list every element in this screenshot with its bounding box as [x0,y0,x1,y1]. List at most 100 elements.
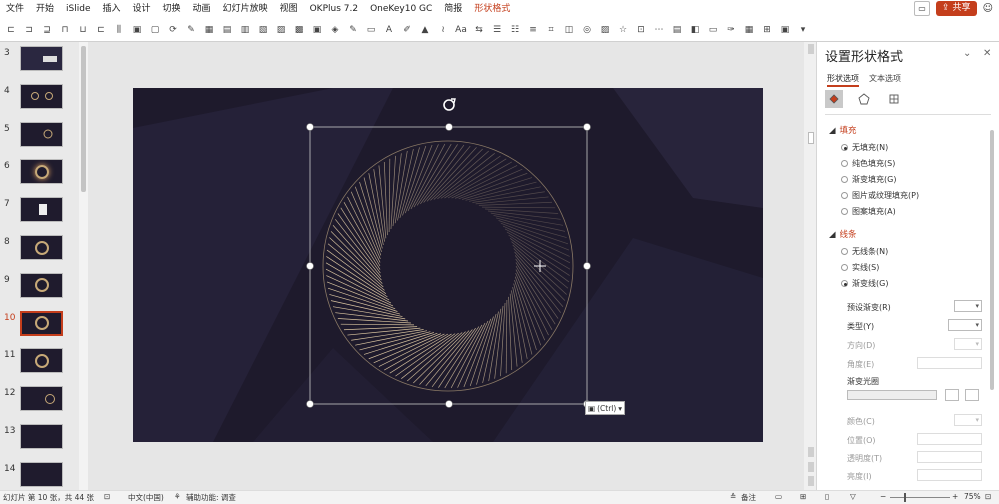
group-2-icon[interactable]: ▣ [311,23,324,36]
slide-thumbnail[interactable]: 6 [0,159,80,189]
scroll-down-icon[interactable] [808,447,814,457]
shape-style-icon[interactable]: ▦ [203,23,216,36]
menu-2[interactable]: iSlide [60,0,96,18]
fit-slide-icon[interactable]: ⊡ [985,492,991,501]
table-icon[interactable]: ▦ [743,23,756,36]
resize-handle[interactable] [583,262,591,270]
picture-icon[interactable]: ▨ [599,23,612,36]
more-2-icon[interactable]: ▾ [797,23,810,36]
zoom-slider-thumb[interactable] [904,493,906,502]
outline-icon[interactable]: ▭ [365,23,378,36]
fill-color-icon[interactable]: ◈ [329,23,342,36]
accessibility-status[interactable]: 辅助功能: 调查 [186,492,236,503]
slide-thumbnail[interactable]: 4 [0,83,80,114]
slideshow-icon[interactable]: ▽ [850,492,856,501]
distribute-icon[interactable]: ⫼ [113,23,126,36]
resize-handle[interactable] [583,123,591,131]
line-opts-radio[interactable]: 渐变线(G) [841,278,888,289]
slide-sorter-icon[interactable]: ⊞ [800,492,806,501]
numbering-icon[interactable]: ☷ [509,23,522,36]
arrange-icon[interactable]: ▥ [239,23,252,36]
language-indicator[interactable]: 中文(中国) [128,492,164,503]
effects-icon[interactable] [855,90,873,108]
remove-stop-icon[interactable] [965,389,979,401]
rotate-handle-icon[interactable] [443,98,456,111]
chevron-down-icon[interactable]: ⌄ [963,48,971,59]
line-spacing-icon[interactable]: ≡ [527,23,540,36]
arrange-2-icon[interactable]: ▤ [671,23,684,36]
eyedropper-icon[interactable]: ✑ [725,23,738,36]
bring-forward-icon[interactable]: ▧ [257,23,270,36]
slide[interactable] [133,88,763,442]
fill-line-icon[interactable] [825,90,843,108]
more-icon[interactable]: ⋯ [653,23,666,36]
pen-icon[interactable]: ✎ [347,23,360,36]
align-top-icon[interactable]: ⊓ [59,23,72,36]
edit-shape-icon[interactable]: ✎ [185,23,198,36]
reading-view-icon[interactable]: ▯ [825,492,829,501]
send-backward-icon[interactable]: ▨ [275,23,288,36]
slide-thumbnail[interactable]: 10 [0,310,80,341]
share-button[interactable]: ⇪ 共享 [936,1,977,16]
fill-opts-radio[interactable]: 无填充(N) [841,142,888,153]
ungroup-icon[interactable]: ▢ [149,23,162,36]
next-slide-icon[interactable] [808,476,814,486]
resize-handle[interactable] [445,400,453,408]
thumbnail-scrollbar[interactable] [79,42,88,490]
menu-11[interactable]: 简报 [438,0,468,18]
thumbnail-scroll-thumb[interactable] [81,46,86,192]
slide-thumbnail[interactable]: 7 [0,197,80,227]
fill-opts-radio[interactable]: 纯色填充(S) [841,158,895,169]
align-bottom-icon[interactable]: ⊏ [95,23,108,36]
menu-1[interactable]: 开始 [30,0,60,18]
pane-scrollbar[interactable] [989,122,995,482]
group-icon[interactable]: ▣ [131,23,144,36]
slide-thumbnail[interactable]: 11 [0,348,80,378]
image-icon[interactable]: ▣ [779,23,792,36]
slide-thumbnail[interactable]: 12 [0,386,80,416]
align-middle-icon[interactable]: ⊔ [77,23,90,36]
menu-7[interactable]: 幻灯片放映 [217,0,274,18]
menu-3[interactable]: 插入 [97,0,127,18]
menu-10[interactable]: OneKey10 GC [364,0,438,18]
align-right-icon[interactable]: ⊒ [41,23,54,36]
rotate-icon[interactable]: ⟳ [167,23,180,36]
shape-fill-icon[interactable]: ◧ [689,23,702,36]
type-dropdown[interactable]: ▾ [948,319,982,331]
add-stop-icon[interactable] [945,389,959,401]
line-section-header[interactable]: ◢ 线条 [829,228,857,240]
close-icon[interactable]: ✕ [983,48,991,59]
scroll-thumb[interactable] [808,132,814,144]
spellcheck-icon[interactable]: ⊡ [104,492,110,501]
brush-icon[interactable]: ✐ [401,23,414,36]
tab-shape-options[interactable]: 形状选项 [827,73,859,87]
grid-icon[interactable]: ⊞ [761,23,774,36]
text-box-icon[interactable]: ▤ [221,23,234,36]
circle-icon[interactable]: ◎ [581,23,594,36]
prev-slide-icon[interactable] [808,462,814,472]
text-direction-icon[interactable]: ⇆ [473,23,486,36]
slide-thumbnail[interactable]: 13 [0,424,80,454]
star-icon[interactable]: ☆ [617,23,630,36]
highlight-icon[interactable]: ▲ [419,23,432,36]
notes-button[interactable]: 备注 [741,492,756,503]
font-color-icon[interactable]: A [383,23,396,36]
crop-icon[interactable]: ⌗ [545,23,558,36]
smiley-icon[interactable]: ☺ [983,3,993,14]
zoom-level[interactable]: 75% [964,492,981,501]
fill-opts-radio[interactable]: 图案填充(A) [841,206,896,217]
tab-text-options[interactable]: 文本选项 [869,73,901,87]
canvas-scrollbar[interactable] [804,42,816,490]
bullets-icon[interactable]: ☰ [491,23,504,36]
menu-4[interactable]: 设计 [127,0,157,18]
comment-icon[interactable]: ▭ [914,1,930,16]
slide-thumbnail[interactable]: 9 [0,272,80,303]
slide-thumbnail[interactable]: 3 [0,46,80,76]
slide-thumbnail[interactable]: 14 [0,461,80,490]
align-left-icon[interactable]: ⊏ [5,23,18,36]
font-size-icon[interactable]: Aa [455,23,468,36]
align-center-icon[interactable]: ⊐ [23,23,36,36]
scroll-up-icon[interactable] [808,44,814,54]
pane-scroll-thumb[interactable] [990,130,994,390]
menu-8[interactable]: 视图 [274,0,304,18]
